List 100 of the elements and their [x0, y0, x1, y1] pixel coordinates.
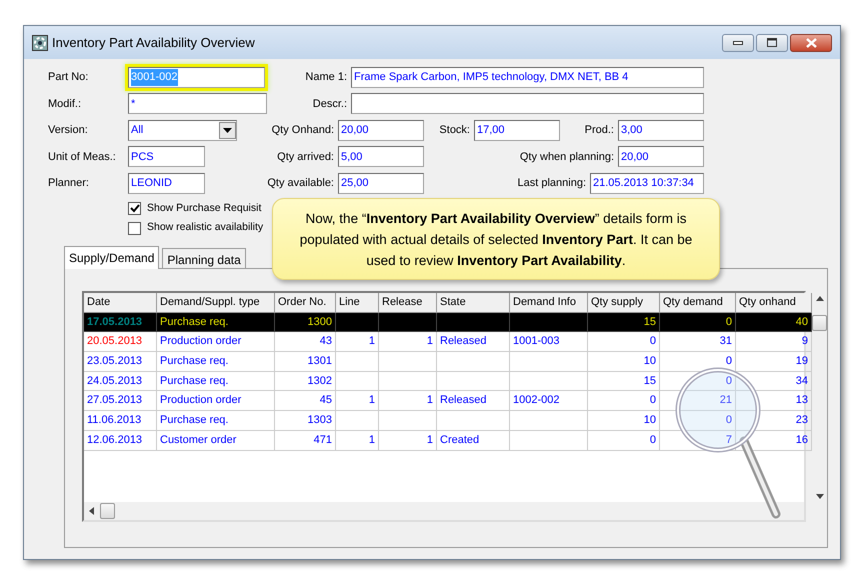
table-cell: Purchase req.: [157, 352, 275, 372]
scroll-down-icon[interactable]: [816, 494, 824, 499]
scroll-left-icon[interactable]: [89, 507, 94, 515]
table-cell: 471: [275, 430, 336, 450]
date-text: 24.05.2013: [87, 374, 142, 387]
app-icon: [32, 34, 48, 50]
scroll-up-icon[interactable]: [816, 296, 824, 301]
table-cell: 0: [588, 430, 660, 450]
column-header[interactable]: Qty demand: [660, 293, 736, 313]
table-cell: 1: [379, 332, 437, 352]
table-cell: 0: [660, 352, 736, 372]
empty-cell: [379, 372, 437, 392]
table-cell: 1001-003: [510, 332, 588, 352]
version-dropdown[interactable]: All: [128, 120, 237, 141]
table-cell: 31: [660, 332, 736, 352]
table-cell: 21: [660, 391, 736, 412]
column-header[interactable]: Line: [336, 293, 379, 313]
table-cell: 10: [588, 411, 660, 431]
maximize-icon: [767, 38, 777, 47]
date-text: 11.06.2013: [87, 414, 142, 426]
input-field[interactable]: 25,00: [338, 172, 424, 194]
field-label: Qty arrived:: [276, 150, 335, 164]
scroll-thumb[interactable]: [100, 503, 115, 519]
column-header[interactable]: Date: [84, 293, 157, 313]
table-cell: Released: [437, 391, 510, 412]
input-field[interactable]: 20,00: [618, 146, 704, 168]
checkbox[interactable]: [128, 222, 141, 235]
field-label: Qty Onhand:: [270, 123, 335, 138]
field-label: Qty available:: [266, 176, 335, 191]
input-field[interactable]: 3,00: [618, 120, 704, 141]
date-text: 20.05.2013: [87, 335, 142, 348]
table-cell: Purchase req.: [157, 411, 275, 431]
table-cell: Production order: [157, 332, 275, 352]
table-cell: 0: [588, 332, 660, 352]
input-field[interactable]: 5,00: [338, 146, 424, 168]
field-label: Descr.:: [312, 96, 348, 112]
input-field[interactable]: 20,00: [338, 120, 424, 141]
field-label: Planner:: [48, 176, 90, 191]
column-header[interactable]: Demand Info: [510, 293, 588, 313]
empty-cell: [336, 411, 379, 431]
minimize-icon: [733, 40, 743, 44]
scroll-thumb[interactable]: [812, 314, 827, 330]
table-cell: 10: [588, 352, 660, 372]
field-label: Prod.:: [584, 123, 615, 138]
column-header[interactable]: Demand/Suppl. type: [157, 293, 275, 313]
field-label: Part No:: [48, 70, 90, 85]
table-cell: 0: [588, 391, 660, 412]
column-header[interactable]: Order No.: [275, 293, 336, 313]
table-cell: 7: [660, 430, 736, 450]
column-header[interactable]: Release: [379, 293, 437, 313]
table-cell: Production order: [157, 391, 275, 412]
horizontal-scrollbar[interactable]: [84, 502, 804, 520]
field-label: Last planning:: [516, 176, 587, 191]
close-icon: [806, 38, 816, 48]
field-label: Version:: [48, 123, 89, 138]
table-cell: Created: [437, 430, 510, 450]
table-cell: 15: [588, 372, 660, 392]
column-header[interactable]: State: [437, 293, 510, 313]
input-field[interactable]: Frame Spark Carbon, IMP5 technology, DMX NET, BB 4: [351, 66, 704, 88]
table-cell: 43: [275, 332, 336, 352]
table-cell: Purchase req.: [157, 372, 275, 392]
date-text: 12.06.2013: [87, 434, 142, 446]
tab[interactable]: Supply/Demand: [64, 246, 160, 269]
close-button[interactable]: [790, 34, 832, 52]
input-field[interactable]: PCS: [128, 146, 205, 168]
input-field[interactable]: *: [128, 93, 267, 114]
field-label: Modif.:: [48, 96, 82, 112]
column-header[interactable]: Qty supply: [588, 293, 660, 313]
field-label: Name 1:: [304, 70, 348, 85]
empty-cell: [336, 352, 379, 372]
input-field[interactable]: 17,00: [474, 120, 560, 141]
input-field[interactable]: [351, 93, 704, 114]
table-cell: Purchase req.: [157, 312, 275, 332]
window-title: Inventory Part Availability Overview: [52, 34, 255, 52]
date-text: 27.05.2013: [87, 394, 142, 406]
table-cell: 1: [379, 430, 437, 450]
maximize-button[interactable]: [756, 34, 788, 52]
table-cell: 1: [336, 391, 379, 412]
table-cell: 1002-002: [510, 391, 588, 412]
table-cell: 15: [588, 312, 660, 332]
tab[interactable]: Planning data: [162, 248, 246, 268]
table-cell: 0: [660, 312, 736, 332]
column-header[interactable]: Qty onhand: [736, 293, 812, 313]
input-field[interactable]: 21.05.2013 10:37:34: [590, 172, 704, 194]
table-cell: 0: [660, 411, 736, 431]
table-cell: 1301: [275, 352, 336, 372]
checkbox-label: Show Purchase Requisit: [147, 200, 262, 216]
minimize-button[interactable]: [722, 34, 754, 52]
table-cell: 1300: [275, 312, 336, 332]
callout-note: Now, the “Inventory Part Availability Overview” details form is populated with actual details of selected Inventory Part. It can be used to review Inventory Part Availability.: [272, 198, 720, 280]
table-cell: 1: [379, 391, 437, 412]
field-label: Qty when planning:: [518, 150, 615, 164]
table-cell: 1: [336, 430, 379, 450]
empty-cell: [379, 352, 437, 372]
empty-cell: [379, 411, 437, 431]
date-text: 17.05.2013: [87, 316, 142, 328]
table-cell: 1: [336, 332, 379, 352]
checkbox[interactable]: [128, 202, 141, 215]
checkbox-label: Show realistic availability: [147, 220, 264, 236]
input-field[interactable]: LEONID: [128, 172, 205, 194]
